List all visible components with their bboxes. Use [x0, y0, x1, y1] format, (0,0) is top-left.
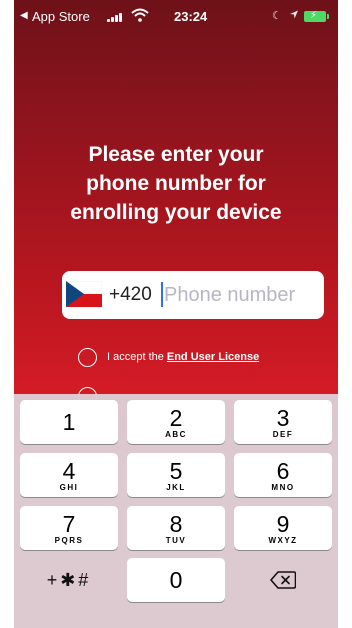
key-8[interactable]: 8 TUV [127, 506, 225, 550]
key-3[interactable]: 3 DEF [234, 400, 332, 444]
backspace-icon [270, 571, 297, 589]
eula-agreement-row[interactable]: I accept the End User License [78, 345, 259, 369]
back-triangle-icon[interactable]: ◀ [20, 10, 28, 21]
country-dial-code[interactable]: +420 [109, 284, 152, 306]
delete-key[interactable] [234, 558, 332, 602]
key-7[interactable]: 7 PQRS [20, 506, 118, 550]
title-line-3: enrolling your device [70, 201, 282, 224]
key-4[interactable]: 4 GHI [20, 453, 118, 497]
wifi-icon [131, 8, 149, 22]
page-title: Please enter your phone number for enrol… [14, 140, 338, 227]
title-line-2: phone number for [86, 172, 266, 195]
back-to-app-label[interactable]: App Store [32, 9, 90, 24]
eula-link[interactable]: End User License [167, 351, 259, 363]
enrollment-screen: ◀ App Store 23:24 ☾ ⚡ Please enter your … [0, 0, 352, 628]
key-1[interactable]: 1 [20, 400, 118, 444]
key-0[interactable]: 0 [127, 558, 225, 602]
title-line-1: Please enter your [88, 143, 264, 166]
status-bar: ◀ App Store 23:24 ☾ ⚡ [14, 0, 338, 38]
key-2[interactable]: 2 ABC [127, 400, 225, 444]
location-icon [290, 10, 298, 19]
clock: 23:24 [174, 9, 208, 24]
key-9[interactable]: 9 WXYZ [234, 506, 332, 550]
eula-checkbox[interactable] [78, 347, 97, 367]
battery-charging-icon: ⚡ [304, 10, 329, 22]
phone-number-field[interactable]: +420 [62, 271, 324, 319]
moon-icon: ☾ [272, 10, 282, 22]
key-5[interactable]: 5 JKL [127, 453, 225, 497]
phone-number-input[interactable] [163, 279, 320, 311]
signal-icon [107, 12, 125, 22]
numeric-keypad: 1 2 ABC 3 DEF 4 GHI 5 JKL 6 MNO 7 PQRS 8… [14, 394, 338, 628]
czech-flag-icon[interactable] [66, 281, 102, 307]
key-6[interactable]: 6 MNO [234, 453, 332, 497]
eula-prefix: I accept the [107, 351, 164, 363]
symbols-key[interactable]: +✱# [20, 558, 118, 602]
